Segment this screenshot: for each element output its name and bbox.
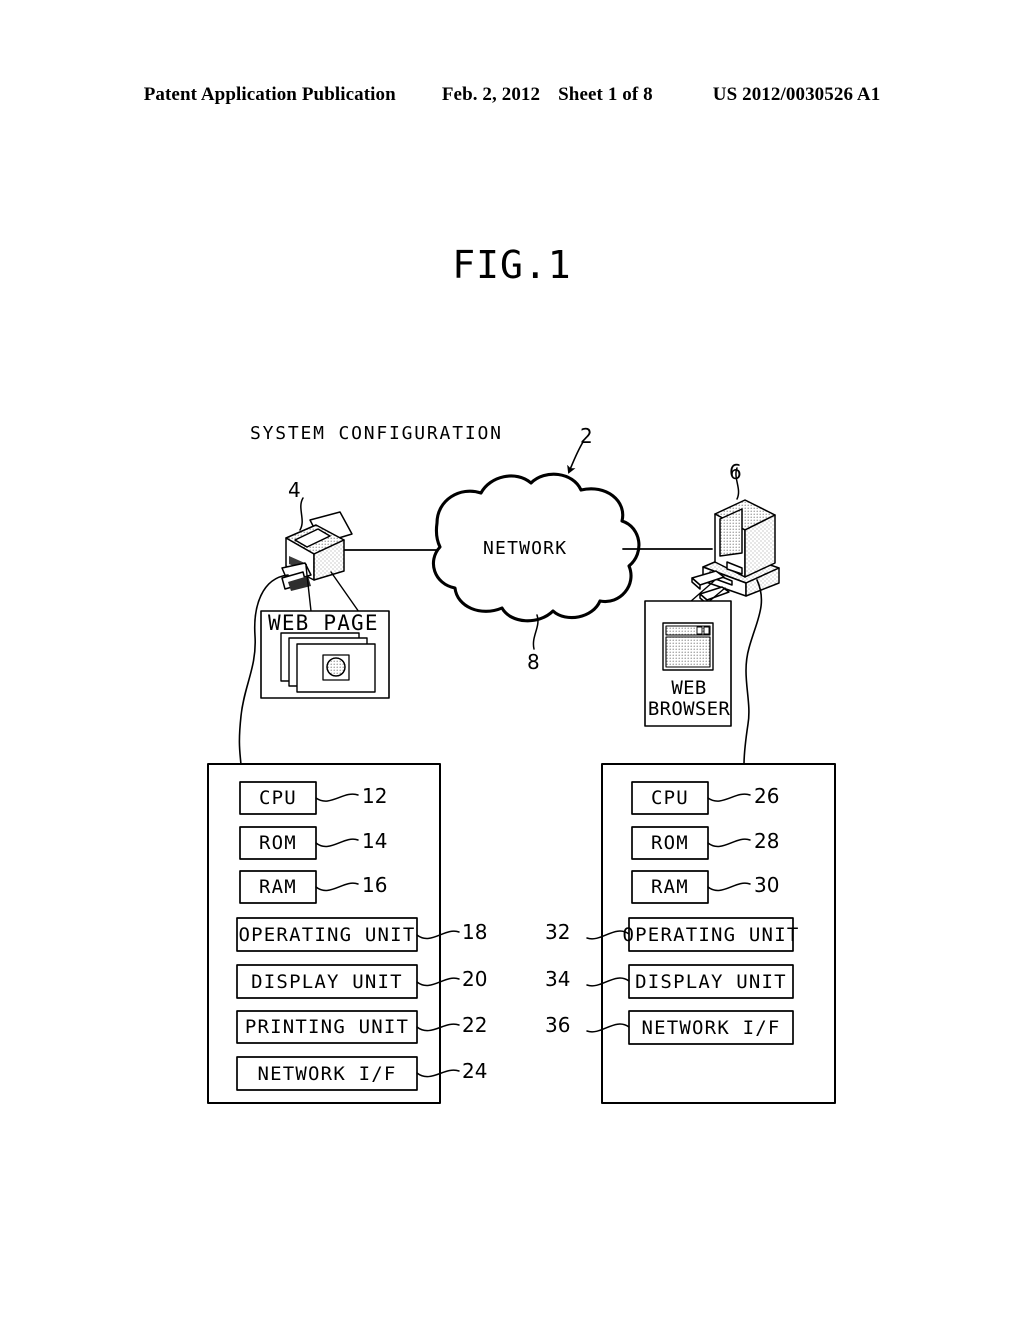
figure-drawing [207,441,836,1104]
system-configuration-caption: SYSTEM CONFIGURATION [250,423,503,444]
printer-component-rom: ROM [259,832,297,854]
pc-ref-operating-unit: 32 [545,920,571,944]
printer-component-printing-unit: PRINTING UNIT [244,1016,410,1038]
network-cloud-label: NETWORK [483,538,568,559]
pc-ref-ram: 30 [754,873,780,897]
pc-component-cpu: CPU [651,787,689,809]
pc-component-operating-unit: OPERATING UNIT [622,923,800,946]
pc-component-ram: RAM [651,876,689,898]
pc-ref-network-if: 36 [545,1013,571,1037]
pc-component-network-if: NETWORK I/F [641,1016,781,1039]
printer-ref-network-if: 24 [462,1059,488,1083]
pc-ref-display-unit: 34 [545,967,571,991]
printer-ref-ram: 16 [362,873,388,897]
pc-component-rom: ROM [651,832,689,854]
printer-ref-display-unit: 20 [462,967,488,991]
pc-component-display-unit: DISPLAY UNIT [635,970,787,993]
pc-ref-rom: 28 [754,829,780,853]
printer-ref-printing-unit: 22 [462,1013,488,1037]
network-ref-numeral: 8 [527,650,540,674]
printer-ref-cpu: 12 [362,784,388,808]
printer-ref-numeral: 4 [288,478,301,502]
printer-component-network-if: NETWORK I/F [257,1062,397,1085]
printer-ref-rom: 14 [362,829,388,853]
web-page-label: WEB PAGE [268,611,379,635]
printer-component-operating-unit: OPERATING UNIT [238,923,416,946]
system-ref-numeral: 2 [580,424,593,448]
pc-ref-numeral: 6 [729,460,742,484]
printer-component-display-unit: DISPLAY UNIT [251,970,403,993]
printer-component-ram: RAM [259,876,297,898]
web-browser-label: WEB BROWSER [647,678,731,720]
printer-ref-operating-unit: 18 [462,920,488,944]
web-browser-label-line2: BROWSER [647,698,731,720]
printer-component-cpu: CPU [259,787,297,809]
pc-ref-cpu: 26 [754,784,780,808]
web-browser-label-line1: WEB [671,677,707,699]
